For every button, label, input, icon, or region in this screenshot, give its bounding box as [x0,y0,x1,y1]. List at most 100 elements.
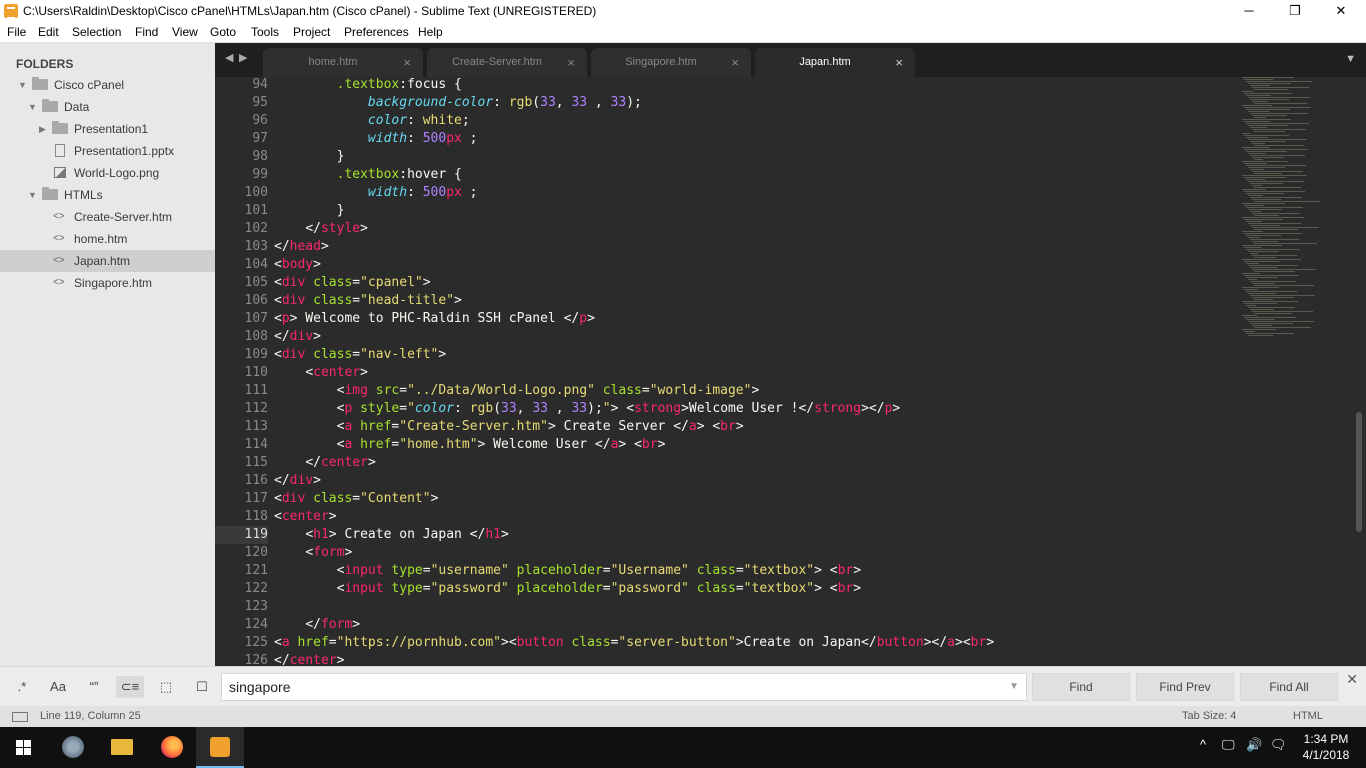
sidebar-item-presentation1-pptx[interactable]: Presentation1.pptx [0,140,215,162]
volume-icon[interactable]: 🔊 [1246,737,1262,753]
firefox-button[interactable] [148,727,196,768]
code-line[interactable]: </div> [274,328,321,346]
menu-selection[interactable]: Selection [72,25,121,39]
sidebar-item-htmls[interactable]: ▼ HTMLs [0,184,215,206]
code-line[interactable]: <div class="Content"> [274,490,438,508]
code-line[interactable]: <div class="cpanel"> [274,274,431,292]
code-line[interactable]: color: white; [274,112,470,130]
wrap-toggle[interactable]: ⊂≡ [116,676,144,698]
case-sensitive-toggle[interactable]: Aa [44,676,72,698]
sidebar-item-japan[interactable]: <> Japan.htm [0,250,215,272]
menu-view[interactable]: View [172,25,198,39]
code-line[interactable]: </form> [274,616,360,634]
tab-close-icon[interactable]: × [731,48,739,77]
menu-tools[interactable]: Tools [251,25,279,39]
close-button[interactable]: ✕ [1318,0,1364,22]
tab-home[interactable]: home.htm × [263,48,423,77]
code-line[interactable]: .textbox:focus { [274,77,462,94]
tab-close-icon[interactable]: × [403,48,411,77]
code-line[interactable]: <a href="Create-Server.htm"> Create Serv… [274,418,744,436]
code-line[interactable]: <input type="username" placeholder="User… [274,562,861,580]
tab-prev-icon[interactable]: ◀ [225,51,233,64]
menu-preferences[interactable]: Preferences [344,25,409,39]
code-line[interactable]: } [274,202,345,220]
line-number: 97 [252,131,268,146]
maximize-button[interactable]: ❐ [1272,0,1318,22]
tab-create-server[interactable]: Create-Server.htm × [427,48,587,77]
sidebar-item-data[interactable]: ▼ Data [0,96,215,118]
code-line[interactable]: <div class="head-title"> [274,292,462,310]
regex-toggle[interactable]: .* [8,676,36,698]
sidebar-item-cisco-cpanel[interactable]: ▼ Cisco cPanel [0,74,215,96]
code-line[interactable]: </center> [274,454,375,472]
menu-help[interactable]: Help [418,25,443,39]
code-line[interactable]: <p> Welcome to PHC-Raldin SSH cPanel </p… [274,310,595,328]
panel-toggle-icon[interactable] [12,712,28,722]
code-line[interactable]: width: 500px ; [274,184,478,202]
code-line[interactable]: </center> [274,652,344,666]
sublime-text-button[interactable] [196,727,244,768]
tab-close-icon[interactable]: × [895,48,903,77]
tab-size-indicator[interactable]: Tab Size: 4 [1182,710,1236,722]
code-line[interactable]: </head> [274,238,329,256]
sidebar-item-home[interactable]: <> home.htm [0,228,215,250]
code-line[interactable]: } [274,148,345,166]
code-line[interactable]: <img src="../Data/World-Logo.png" class=… [274,382,760,400]
show-hidden-icons-icon[interactable]: ^ [1200,737,1206,752]
menu-edit[interactable]: Edit [38,25,59,39]
tab-singapore[interactable]: Singapore.htm × [591,48,751,77]
menu-project[interactable]: Project [293,25,330,39]
sidebar-item-world-logo[interactable]: World-Logo.png [0,162,215,184]
minimize-button[interactable]: ─ [1226,0,1272,22]
code-line[interactable]: <input type="password" placeholder="pass… [274,580,861,598]
code-line[interactable]: <a href="https://pornhub.com"><button cl… [274,634,994,652]
expand-arrow-icon[interactable]: ▼ [18,74,27,96]
expand-arrow-icon[interactable]: ▼ [28,184,37,206]
code-line[interactable]: </div> [274,472,321,490]
code-line[interactable]: <a href="home.htm"> Welcome User </a> <b… [274,436,666,454]
menu-goto[interactable]: Goto [210,25,236,39]
sidebar-item-presentation1[interactable]: ▶ Presentation1 [0,118,215,140]
taskbar-app-button[interactable] [48,727,96,768]
collapse-arrow-icon[interactable]: ▶ [39,118,46,140]
find-prev-button[interactable]: Find Prev [1136,673,1234,701]
code-line[interactable]: <div class="nav-left"> [274,346,446,364]
menu-find[interactable]: Find [135,25,158,39]
tab-next-icon[interactable]: ▶ [239,51,247,64]
code-line[interactable]: </style> [274,220,368,238]
whole-word-toggle[interactable]: “” [80,676,108,698]
code-line[interactable]: <center> [274,508,337,526]
highlight-matches-toggle[interactable]: ☐ [188,676,216,698]
start-button[interactable] [0,727,48,768]
code-line[interactable]: <body> [274,256,321,274]
code-line[interactable]: <p style="color: rgb(33, 33 , 33);"> <st… [274,400,901,418]
file-explorer-button[interactable] [98,727,146,768]
code-line[interactable]: <h1> Create on Japan </h1> [274,526,509,544]
find-input[interactable]: singapore ▼ [221,673,1027,701]
tab-japan[interactable]: Japan.htm × [755,48,915,77]
find-close-icon[interactable]: ✕ [1346,671,1358,688]
network-icon[interactable]: 🖵 [1222,737,1235,753]
menu-file[interactable]: File [7,25,26,39]
sidebar-item-singapore[interactable]: <> Singapore.htm [0,272,215,294]
minimap[interactable] [1242,77,1342,347]
expand-arrow-icon[interactable]: ▼ [28,96,37,118]
code-editor[interactable]: 94 95 96 97 98 99 100 101 102 103 104 105 106 107 108 1… [215,77,1366,666]
find-all-button[interactable]: Find All [1240,673,1338,701]
tab-overflow-icon[interactable]: ▼ [1345,53,1356,65]
sidebar-item-label: Data [64,100,90,114]
code-line[interactable]: <form> [274,544,352,562]
vertical-scrollbar[interactable] [1356,412,1362,532]
code-line[interactable]: <center> [274,364,368,382]
tab-close-icon[interactable]: × [567,48,575,77]
code-line[interactable]: .textbox:hover { [274,166,462,184]
taskbar-clock[interactable]: 1:34 PM 4/1/2018 [1298,731,1354,763]
find-button[interactable]: Find [1032,673,1130,701]
notifications-icon[interactable]: 🗨 [1270,737,1287,753]
in-selection-toggle[interactable]: ⬚ [152,676,180,698]
find-history-dropdown-icon[interactable]: ▼ [1009,674,1019,700]
code-line[interactable]: width: 500px ; [274,130,478,148]
syntax-indicator[interactable]: HTML [1293,710,1323,722]
code-line[interactable]: background-color: rgb(33, 33 , 33); [274,94,642,112]
sidebar-item-create-server[interactable]: <> Create-Server.htm [0,206,215,228]
